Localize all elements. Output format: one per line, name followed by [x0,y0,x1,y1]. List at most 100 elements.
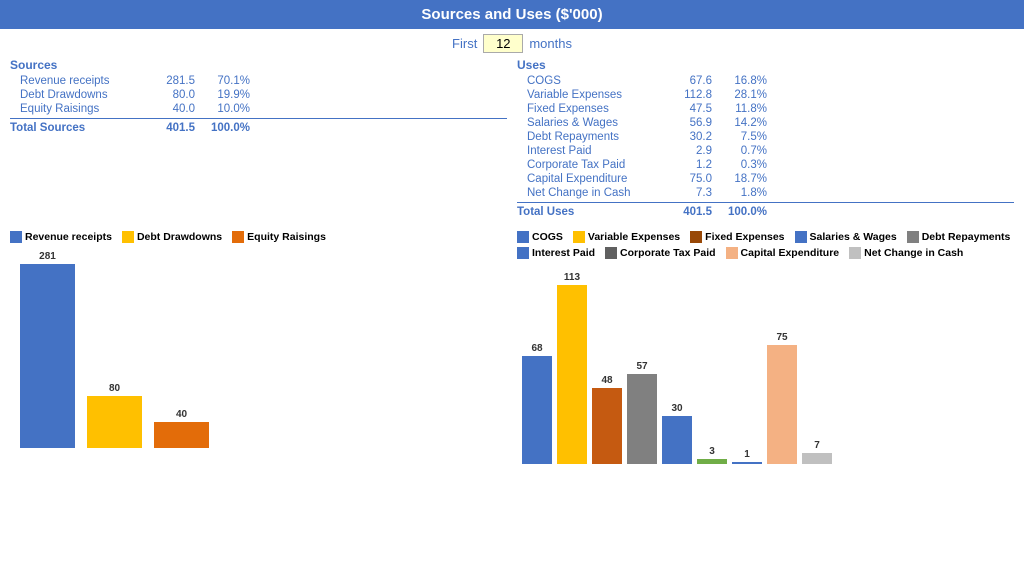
right-legend-item: Debt Repayments [907,231,1011,243]
sources-total-pct: 100.0% [195,122,250,134]
use-item-value: 47.5 [657,103,712,115]
bar-label-top: 75 [776,332,787,343]
months-label: months [529,36,572,51]
legend-color-swatch [726,247,738,259]
bar-label-top: 3 [709,446,715,457]
charts-section: Revenue receipts Debt Drawdowns Equity Rai… [0,226,1024,464]
use-item-value: 56.9 [657,117,712,129]
bar-group-right: 1 [732,449,762,464]
bar [20,264,75,448]
bar-right [767,345,797,464]
use-item-label: Fixed Expenses [517,103,657,115]
bar-right [732,462,762,464]
use-row: Net Change in Cash 7.3 1.8% [517,186,1014,200]
bar-label-top: 113 [564,272,580,283]
legend-item-label: Revenue receipts [25,231,112,243]
months-row: First months [0,29,1024,58]
source-item-label: Equity Raisings [10,103,140,115]
use-item-value: 7.3 [657,187,712,199]
legend-item-label: Fixed Expenses [705,231,784,243]
use-row: Corporate Tax Paid 1.2 0.3% [517,158,1014,172]
sources-total-label: Total Sources [10,122,140,134]
use-row: COGS 67.6 16.8% [517,74,1014,88]
right-chart: COGS Variable Expenses Fixed Expenses Salar… [517,231,1014,464]
bar-group-right: 75 [767,332,797,464]
use-item-pct: 0.7% [712,145,767,157]
source-item-value: 40.0 [140,103,195,115]
left-legend-item: Equity Raisings [232,231,326,243]
source-item-label: Revenue receipts [10,75,140,87]
use-item-pct: 0.3% [712,159,767,171]
source-item-pct: 70.1% [195,75,250,87]
bar-right [627,374,657,464]
source-item-value: 80.0 [140,89,195,101]
right-chart-legend: COGS Variable Expenses Fixed Expenses Salar… [517,231,1014,259]
bar-right [697,459,727,464]
uses-total-label: Total Uses [517,206,657,218]
months-input[interactable] [483,34,523,53]
uses-total-value: 401.5 [657,206,712,218]
use-item-value: 2.9 [657,145,712,157]
legend-item-label: Net Change in Cash [864,247,963,259]
right-legend-item: Corporate Tax Paid [605,247,716,259]
source-row: Revenue receipts 281.5 70.1% [10,74,507,88]
legend-item-label: Salaries & Wages [810,231,897,243]
legend-color-swatch [517,247,529,259]
legend-item-label: Debt Drawdowns [137,231,222,243]
source-item-pct: 19.9% [195,89,250,101]
bar-label-top: 48 [601,375,612,386]
uses-label: Uses [517,58,1014,72]
bar-label-top: 281 [39,251,56,262]
bar-label-top: 40 [176,409,187,420]
bar-right [662,416,692,464]
bar-group-right: 30 [662,403,692,464]
use-item-pct: 7.5% [712,131,767,143]
use-item-pct: 28.1% [712,89,767,101]
legend-color-swatch [907,231,919,243]
use-item-pct: 14.2% [712,117,767,129]
uses-total-row: Total Uses 401.5 100.0% [517,202,1014,221]
legend-item-label: Capital Expenditure [741,247,840,259]
page-title: Sources and Uses ($'000) [0,0,1024,29]
bar-group-right: 113 [557,272,587,464]
use-item-label: Net Change in Cash [517,187,657,199]
bar-right [592,388,622,464]
uses-column: Uses COGS 67.6 16.8% Variable Expenses 1… [517,58,1014,221]
sources-total-value: 401.5 [140,122,195,134]
bar-right [802,453,832,464]
use-row: Capital Expenditure 75.0 18.7% [517,172,1014,186]
sources-label: Sources [10,58,507,72]
legend-color-swatch [232,231,244,243]
use-item-pct: 18.7% [712,173,767,185]
right-legend-item: Interest Paid [517,247,595,259]
left-chart: Revenue receipts Debt Drawdowns Equity Rai… [10,231,507,464]
source-item-value: 281.5 [140,75,195,87]
bar-group: 281 [20,251,75,448]
first-label: First [452,36,477,51]
right-legend-item: Variable Expenses [573,231,680,243]
source-row: Debt Drawdowns 80.0 19.9% [10,88,507,102]
bar-group-right: 68 [522,343,552,464]
source-item-label: Debt Drawdowns [10,89,140,101]
uses-total-pct: 100.0% [712,206,767,218]
legend-color-swatch [122,231,134,243]
use-row: Variable Expenses 112.8 28.1% [517,88,1014,102]
bar-group: 80 [87,383,142,448]
use-item-label: Interest Paid [517,145,657,157]
bar-group-right: 48 [592,375,622,464]
legend-item-label: COGS [532,231,563,243]
use-item-label: Capital Expenditure [517,173,657,185]
use-item-pct: 1.8% [712,187,767,199]
left-legend-item: Debt Drawdowns [122,231,222,243]
bar-label-top: 68 [531,343,542,354]
bar-label-top: 57 [636,361,647,372]
use-item-value: 75.0 [657,173,712,185]
use-item-pct: 11.8% [712,103,767,115]
uses-rows: COGS 67.6 16.8% Variable Expenses 112.8 … [517,74,1014,200]
use-row: Salaries & Wages 56.9 14.2% [517,116,1014,130]
source-item-pct: 10.0% [195,103,250,115]
use-item-value: 67.6 [657,75,712,87]
legend-color-swatch [605,247,617,259]
bar-group-right: 3 [697,446,727,464]
legend-item-label: Variable Expenses [588,231,680,243]
